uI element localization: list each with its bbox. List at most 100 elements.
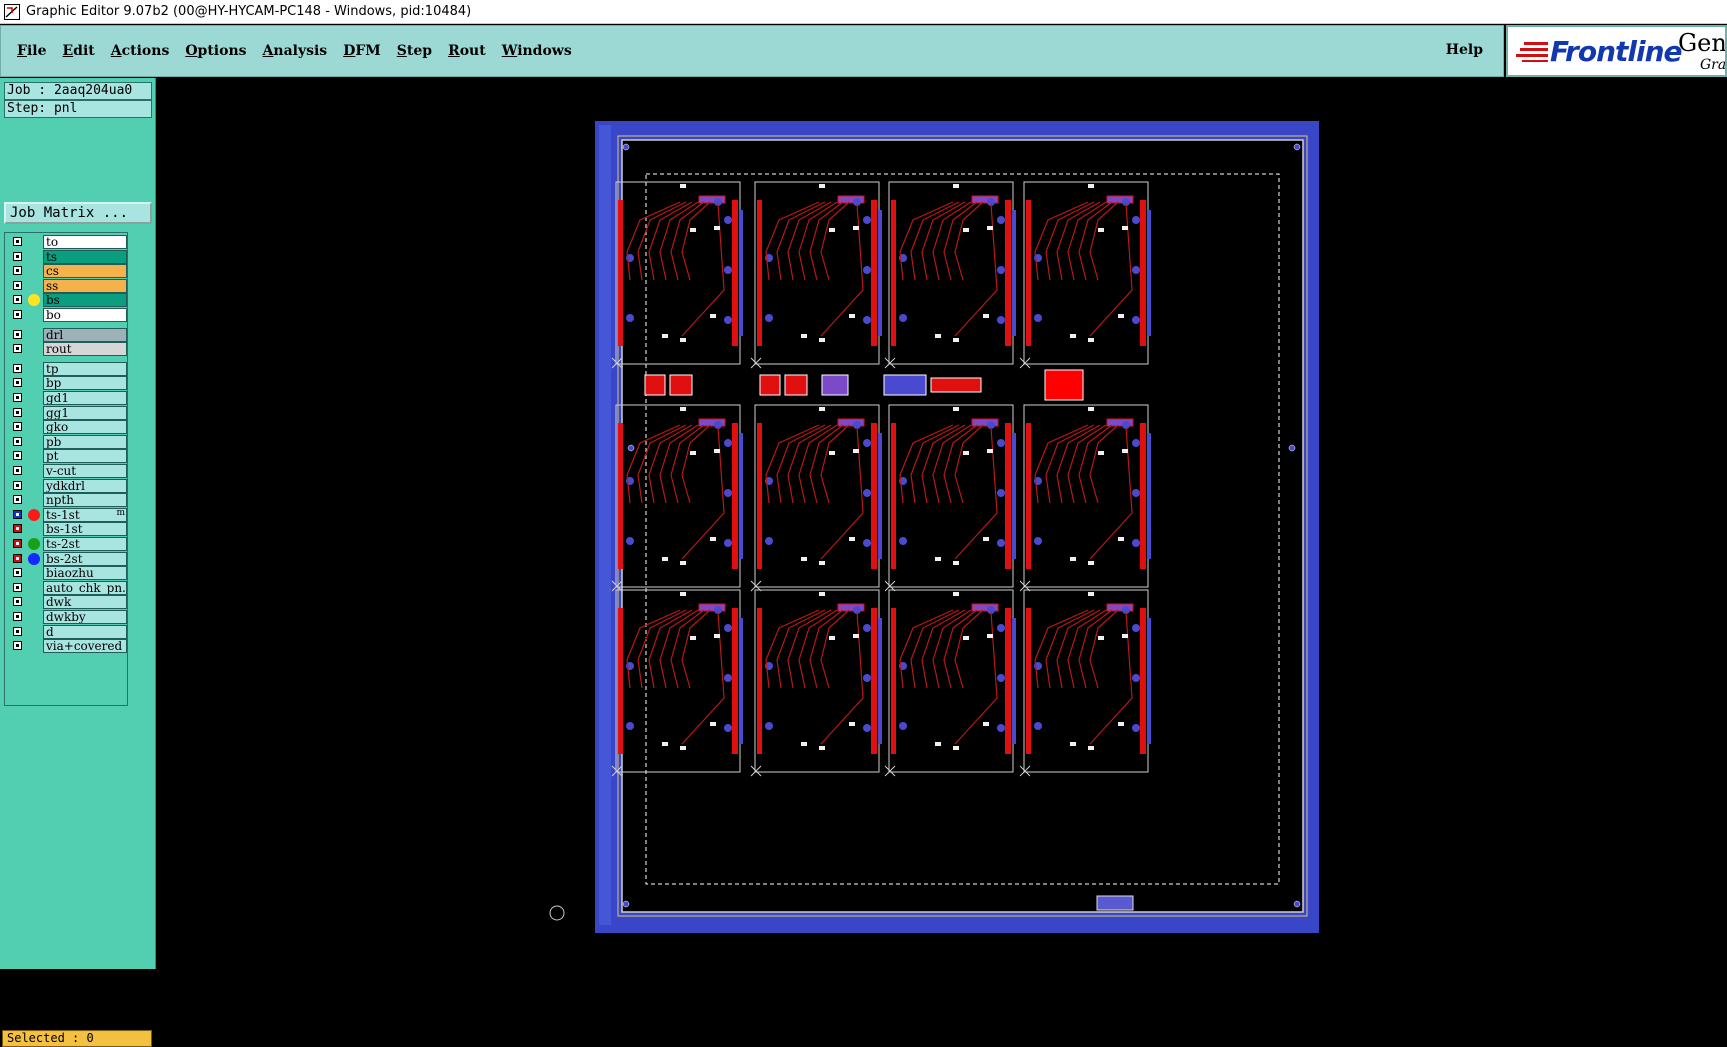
layer-row-ts[interactable]: ts [7, 249, 127, 264]
layer-name[interactable]: ss [43, 278, 127, 293]
layer-name[interactable]: pb [43, 434, 127, 449]
layer-name[interactable]: dwkby [43, 610, 127, 624]
layer-name[interactable]: d [43, 624, 127, 639]
layer-row-via-covered[interactable]: via+covered [7, 639, 127, 654]
layer-name[interactable]: drl [43, 327, 127, 342]
layer-row-ts-1st[interactable]: ts-1st m [7, 507, 127, 522]
layer-checkbox[interactable] [13, 422, 22, 432]
layer-checkbox[interactable] [13, 329, 22, 339]
layer-row-ydkdrl[interactable]: ydkdrl [7, 478, 127, 493]
layer-checkbox[interactable] [13, 568, 22, 578]
menu-analysis[interactable]: Analysis [263, 43, 328, 59]
layer-row-gko[interactable]: gko [7, 420, 127, 435]
layer-checkbox[interactable] [13, 626, 22, 636]
layer-row-pt[interactable]: pt [7, 449, 127, 464]
layer-name[interactable]: ts-1st [43, 507, 127, 522]
layer-row-pb[interactable]: pb [7, 434, 127, 449]
pcb-panel-view[interactable] [156, 78, 1727, 969]
layer-name[interactable]: bs-1st [43, 522, 127, 537]
layer-row-tp[interactable]: tp [7, 361, 127, 376]
layer-name[interactable]: ts [43, 249, 127, 264]
layer-name[interactable]: ydkdrl [43, 478, 127, 493]
layer-name[interactable]: rout [43, 342, 127, 357]
layer-name[interactable]: gg1 [43, 405, 127, 420]
layer-checkbox[interactable] [13, 237, 22, 246]
layer-row-ts-2st[interactable]: ts-2st [7, 537, 127, 551]
layer-name[interactable]: bp [43, 376, 127, 391]
layer-row-rout[interactable]: rout [7, 342, 127, 357]
layer-checkbox[interactable] [13, 495, 22, 505]
layer-checkbox[interactable] [13, 466, 22, 475]
layer-checkbox[interactable] [13, 344, 22, 354]
layer-checkbox[interactable] [13, 509, 22, 519]
layer-checkbox[interactable] [13, 280, 22, 290]
layer-row-ss[interactable]: ss [7, 278, 127, 293]
layer-row-cs[interactable]: cs [7, 264, 127, 279]
layer-row-bs[interactable]: bs [7, 293, 127, 308]
layer-name[interactable]: tp [43, 361, 127, 376]
layer-name[interactable]: auto_chk_pn. [43, 580, 127, 595]
layer-row-bo[interactable]: bo [7, 308, 127, 322]
layer-name[interactable]: npth [43, 493, 127, 508]
layer-row-bs-1st[interactable]: bs-1st [7, 522, 127, 537]
menu-options[interactable]: Options [185, 43, 246, 59]
layer-checkbox[interactable] [13, 539, 22, 548]
layer-checkbox[interactable] [13, 597, 22, 607]
menu-rout[interactable]: Rout [448, 43, 486, 59]
menu-windows[interactable]: Windows [502, 43, 572, 59]
layer-checkbox[interactable] [13, 436, 22, 446]
layer-name[interactable]: gko [43, 420, 127, 435]
layer-name[interactable]: cs [43, 264, 127, 279]
layer-row-auto-chk-pn-[interactable]: auto_chk_pn. [7, 580, 127, 595]
layer-row-dwkby[interactable]: dwkby [7, 610, 127, 624]
checkbox-mark [16, 269, 19, 273]
menu-file[interactable]: File [17, 43, 47, 59]
layer-checkbox[interactable] [13, 480, 22, 490]
layer-row-v-cut[interactable]: v-cut [7, 464, 127, 478]
layer-name[interactable]: bo [43, 308, 127, 322]
layer-name[interactable]: to [43, 235, 127, 249]
job-matrix-button[interactable]: Job Matrix ... [4, 202, 152, 224]
layer-row-drl[interactable]: drl [7, 327, 127, 342]
menu-actions[interactable]: Actions [111, 43, 170, 59]
layer-name[interactable]: bs [43, 293, 127, 308]
layer-name[interactable]: v-cut [43, 464, 127, 478]
layer-row-biaozhu[interactable]: biaozhu [7, 566, 127, 581]
layer-name[interactable]: ts-2st [43, 537, 127, 551]
layer-checkbox[interactable] [13, 393, 22, 402]
layer-checkbox[interactable] [13, 451, 22, 461]
layer-checkbox[interactable] [13, 251, 22, 261]
layer-row-d[interactable]: d [7, 624, 127, 639]
layer-name[interactable]: pt [43, 449, 127, 464]
layer-checkbox[interactable] [13, 553, 22, 563]
layer-name[interactable]: via+covered [43, 639, 127, 654]
layer-row-to[interactable]: to [7, 235, 127, 249]
layer-checkbox[interactable] [13, 641, 22, 651]
layer-row-bp[interactable]: bp [7, 376, 127, 391]
layer-name[interactable]: biaozhu [43, 566, 127, 581]
layer-checkbox[interactable] [13, 378, 22, 388]
layer-row-npth[interactable]: npth [7, 493, 127, 508]
menu-dfm[interactable]: DFM [343, 43, 381, 59]
layer-checkbox[interactable] [13, 524, 22, 534]
menu-edit[interactable]: Edit [63, 43, 95, 59]
layer-name[interactable]: bs-2st [43, 551, 127, 566]
checkbox-mark [16, 396, 19, 399]
layer-checkbox[interactable] [13, 407, 22, 417]
layer-name[interactable]: dwk [43, 595, 127, 610]
layer-checkbox[interactable] [13, 582, 22, 592]
mount-pad [1132, 489, 1140, 497]
menu-help[interactable]: Help [1446, 42, 1483, 58]
layer-row-gd1[interactable]: gd1 [7, 391, 127, 405]
layer-checkbox[interactable] [13, 310, 22, 319]
layer-row-gg1[interactable]: gg1 [7, 405, 127, 420]
graphic-canvas[interactable] [156, 78, 1727, 969]
layer-checkbox[interactable] [13, 295, 22, 305]
menu-step[interactable]: Step [397, 43, 432, 59]
layer-checkbox[interactable] [13, 363, 22, 373]
layer-row-bs-2st[interactable]: bs-2st [7, 551, 127, 566]
layer-checkbox[interactable] [13, 612, 22, 621]
layer-name[interactable]: gd1 [43, 391, 127, 405]
layer-checkbox[interactable] [13, 266, 22, 276]
layer-row-dwk[interactable]: dwk [7, 595, 127, 610]
